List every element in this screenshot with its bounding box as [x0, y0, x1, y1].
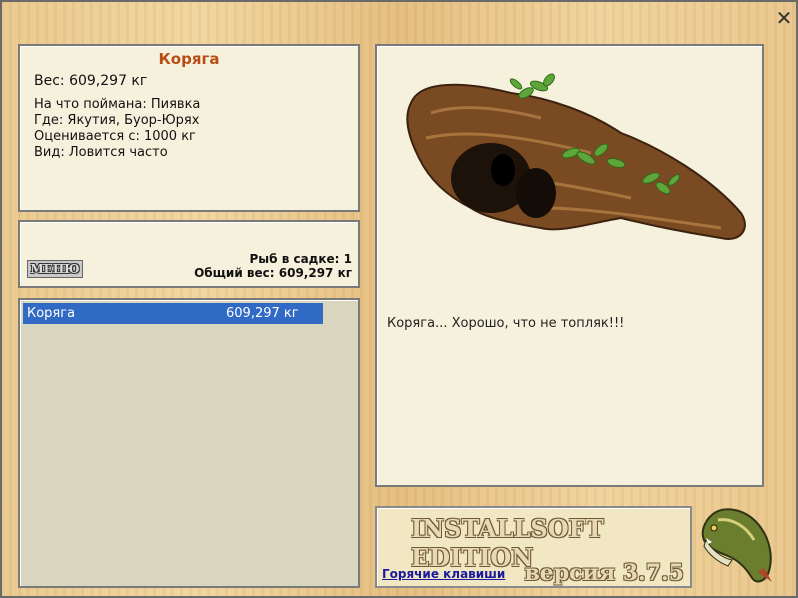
catch-kind: Вид: Ловится часто: [34, 145, 168, 160]
catch-picture-panel: Коряга... Хорошо, что не топляк!!!: [375, 44, 764, 487]
catch-list[interactable]: Коряга 609,297 кг: [18, 298, 360, 588]
pike-fish-icon: [701, 508, 772, 583]
catch-description: Коряга... Хорошо, что не топляк!!!: [387, 316, 625, 331]
list-item-name: Коряга: [27, 306, 76, 321]
list-item[interactable]: Коряга 609,297 кг: [23, 303, 323, 324]
caught-on: На что поймана: Пиявка: [34, 97, 201, 112]
catch-info-panel: Коряга Вес: 609,297 кг На что поймана: П…: [18, 44, 360, 212]
keepnet-panel: МЕНЮ Рыб в садке: 1 Общий вес: 609,297 к…: [18, 220, 360, 288]
total-weight: Общий вес: 609,297 кг: [194, 266, 352, 280]
catch-location: Где: Якутия, Буор-Юрях: [34, 113, 200, 128]
catch-value: Оценивается с: 1000 кг: [34, 129, 196, 144]
list-item-weight: 609,297 кг: [226, 306, 299, 321]
keepnet-stats: Рыб в садке: 1 Общий вес: 609,297 кг: [194, 252, 352, 280]
edition-panel: INSTALLSOFT EDITION версия 3.7.5 Горячие…: [375, 506, 692, 588]
fish-count: Рыб в садке: 1: [249, 252, 353, 266]
driftwood-image: [406, 73, 746, 240]
menu-button[interactable]: МЕНЮ: [27, 260, 83, 278]
close-icon[interactable]: ✕: [774, 8, 794, 28]
catch-title: Коряга: [158, 50, 220, 68]
hotkeys-link[interactable]: Горячие клавиши: [382, 567, 505, 581]
version-label: версия 3.7.5: [524, 560, 684, 586]
catch-weight: Вес: 609,297 кг: [34, 73, 148, 89]
